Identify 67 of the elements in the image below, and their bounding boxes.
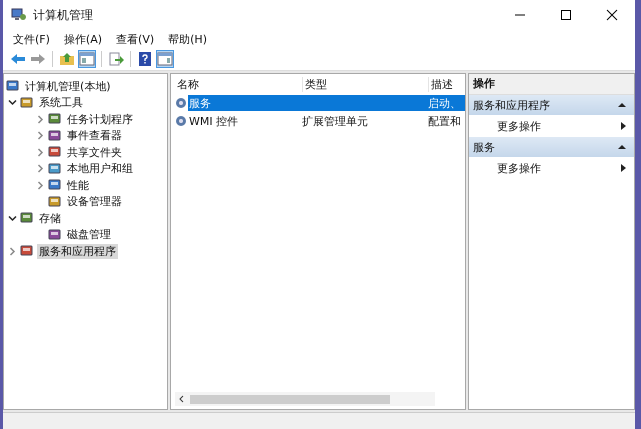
node-icon bbox=[20, 244, 34, 258]
action-link[interactable]: 更多操作 bbox=[497, 160, 541, 176]
tree-item[interactable]: 服务和应用程序 bbox=[37, 244, 118, 259]
collapse-chevron-icon[interactable] bbox=[8, 98, 17, 108]
expand-chevron-icon[interactable] bbox=[36, 180, 45, 190]
toolbar-button[interactable] bbox=[58, 50, 76, 68]
column-header[interactable]: 类型 bbox=[303, 76, 429, 92]
column-header[interactable]: 描述 bbox=[429, 76, 465, 92]
submenu-arrow-icon bbox=[621, 164, 626, 172]
expand-chevron-icon[interactable] bbox=[36, 164, 45, 174]
scroll-left-icon[interactable] bbox=[178, 395, 186, 403]
action-link[interactable]: 更多操作 bbox=[497, 118, 541, 134]
collapse-arrow-icon[interactable] bbox=[618, 102, 626, 108]
collapse-arrow-icon[interactable] bbox=[618, 144, 626, 150]
menu-item[interactable]: 查看(V) bbox=[116, 32, 154, 46]
toolbar-button[interactable] bbox=[156, 50, 174, 68]
section-title: 服务和应用程序 bbox=[473, 98, 550, 112]
window-title: 计算机管理 bbox=[33, 6, 93, 24]
tree-item[interactable]: 存储 bbox=[37, 210, 63, 226]
close-icon[interactable] bbox=[606, 9, 618, 21]
menu-item[interactable]: 操作(A) bbox=[64, 32, 102, 46]
menu-item[interactable]: 文件(F) bbox=[13, 32, 50, 46]
expand-chevron-icon[interactable] bbox=[36, 114, 45, 124]
node-icon bbox=[20, 96, 34, 110]
expand-chevron-icon[interactable] bbox=[8, 246, 17, 256]
table-row[interactable]: 服务 启动、 bbox=[188, 95, 465, 111]
tree-item[interactable]: 磁盘管理 bbox=[65, 227, 113, 242]
node-icon bbox=[48, 228, 62, 242]
tree-item[interactable]: 共享文件夹 bbox=[65, 144, 124, 160]
node-icon bbox=[48, 194, 62, 209]
expand-chevron-icon[interactable] bbox=[36, 148, 45, 157]
node-icon bbox=[48, 178, 62, 192]
maximize-icon[interactable] bbox=[560, 9, 572, 21]
toolbar-button[interactable] bbox=[78, 50, 96, 68]
section-title: 服务 bbox=[473, 140, 495, 154]
actions-header: 操作 bbox=[469, 74, 634, 95]
node-icon bbox=[48, 112, 62, 126]
table-cell: 扩展管理单元 bbox=[302, 114, 368, 128]
app-icon bbox=[11, 8, 27, 22]
table-cell: WMI 控件 bbox=[189, 114, 238, 128]
help-button[interactable] bbox=[136, 50, 154, 68]
menu-item[interactable]: 帮助(H) bbox=[168, 32, 207, 46]
action-section-header[interactable]: 服务和应用程序 bbox=[469, 95, 634, 115]
node-icon bbox=[48, 145, 62, 160]
scrollbar-thumb[interactable] bbox=[190, 394, 390, 404]
toolbar-button[interactable] bbox=[107, 50, 125, 68]
table-cell: 启动、 bbox=[428, 96, 461, 110]
table-cell: 服务 bbox=[189, 96, 211, 110]
node-icon bbox=[6, 79, 20, 94]
tree-item[interactable]: 计算机管理(本地) bbox=[23, 78, 113, 94]
submenu-arrow-icon bbox=[621, 122, 626, 130]
table-row[interactable]: WMI 控件 扩展管理单元 配置和 bbox=[188, 113, 465, 129]
collapse-chevron-icon[interactable] bbox=[8, 214, 17, 223]
tree-item[interactable]: 任务计划程序 bbox=[65, 112, 135, 127]
action-section-header[interactable]: 服务 bbox=[469, 137, 634, 157]
node-icon bbox=[48, 162, 62, 176]
tree-item[interactable]: 系统工具 bbox=[37, 95, 85, 110]
tree-item[interactable]: 本地用户和组 bbox=[65, 161, 135, 176]
tree-item[interactable]: 事件查看器 bbox=[65, 128, 124, 144]
tree-item[interactable]: 性能 bbox=[65, 178, 91, 193]
expand-chevron-icon[interactable] bbox=[36, 131, 45, 140]
node-icon bbox=[20, 211, 34, 226]
tree-item[interactable]: 设备管理器 bbox=[65, 194, 124, 210]
column-header[interactable]: 名称 bbox=[175, 76, 303, 92]
table-cell: 配置和 bbox=[428, 114, 461, 128]
horizontal-scrollbar[interactable] bbox=[175, 392, 435, 406]
node-icon bbox=[48, 128, 62, 143]
